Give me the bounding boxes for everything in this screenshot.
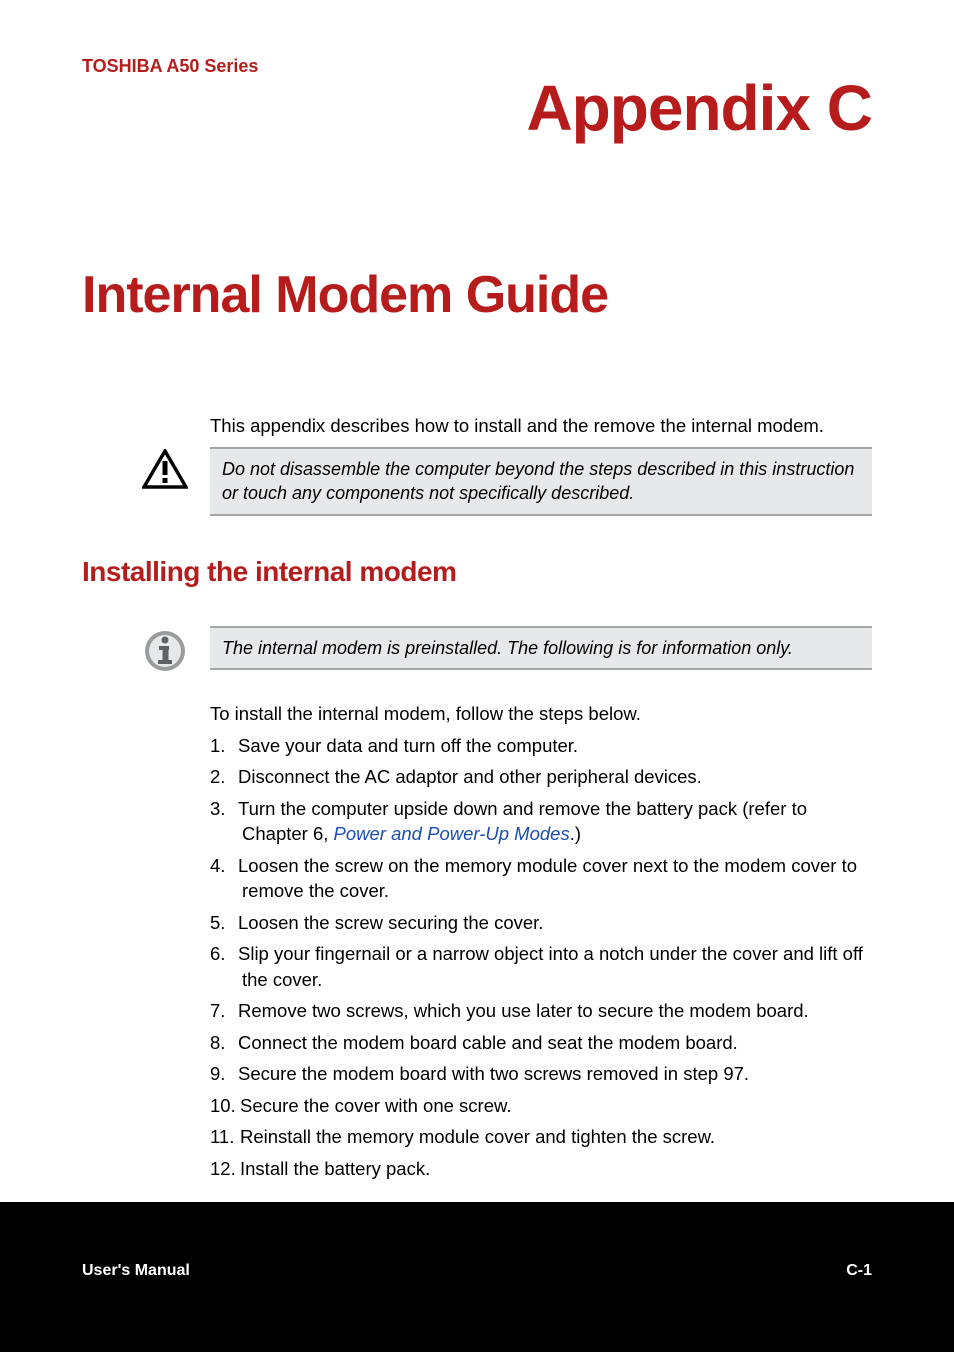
list-item: 5.Loosen the screw securing the cover.: [210, 910, 872, 936]
step-list: 1.Save your data and turn off the comput…: [210, 733, 872, 1182]
list-item: 3.Turn the computer upside down and remo…: [210, 796, 872, 847]
list-item: 2.Disconnect the AC adaptor and other pe…: [210, 764, 872, 790]
chapter-link[interactable]: Power and Power-Up Modes: [334, 823, 570, 844]
list-item: 11.Reinstall the memory module cover and…: [210, 1124, 872, 1150]
page-footer: User's Manual C-1: [0, 1202, 954, 1352]
list-item: 1.Save your data and turn off the comput…: [210, 733, 872, 759]
info-icon: [142, 628, 188, 679]
footer-right: C-1: [846, 1262, 872, 1280]
intro-text: This appendix describes how to install a…: [210, 415, 872, 437]
list-item: 8.Connect the modem board cable and seat…: [210, 1030, 872, 1056]
caution-text: Do not disassemble the computer beyond t…: [210, 447, 872, 516]
list-item: 6.Slip your fingernail or a narrow objec…: [210, 941, 872, 992]
list-item: 12.Install the battery pack.: [210, 1156, 872, 1182]
list-item: 9.Secure the modem board with two screws…: [210, 1061, 872, 1087]
list-item: 7.Remove two screws, which you use later…: [210, 998, 872, 1024]
page-title: Internal Modem Guide: [82, 265, 872, 325]
list-item: 4.Loosen the screw on the memory module …: [210, 853, 872, 904]
info-callout: The internal modem is preinstalled. The …: [142, 626, 872, 679]
install-intro: To install the internal modem, follow th…: [210, 703, 872, 725]
footer-left: User's Manual: [82, 1262, 190, 1280]
caution-callout: Do not disassemble the computer beyond t…: [142, 447, 872, 516]
list-item: 10.Secure the cover with one screw.: [210, 1093, 872, 1119]
info-text: The internal modem is preinstalled. The …: [210, 626, 872, 670]
section-title: Installing the internal modem: [82, 556, 872, 588]
caution-icon: [142, 449, 188, 494]
appendix-title: Appendix C: [82, 71, 872, 145]
